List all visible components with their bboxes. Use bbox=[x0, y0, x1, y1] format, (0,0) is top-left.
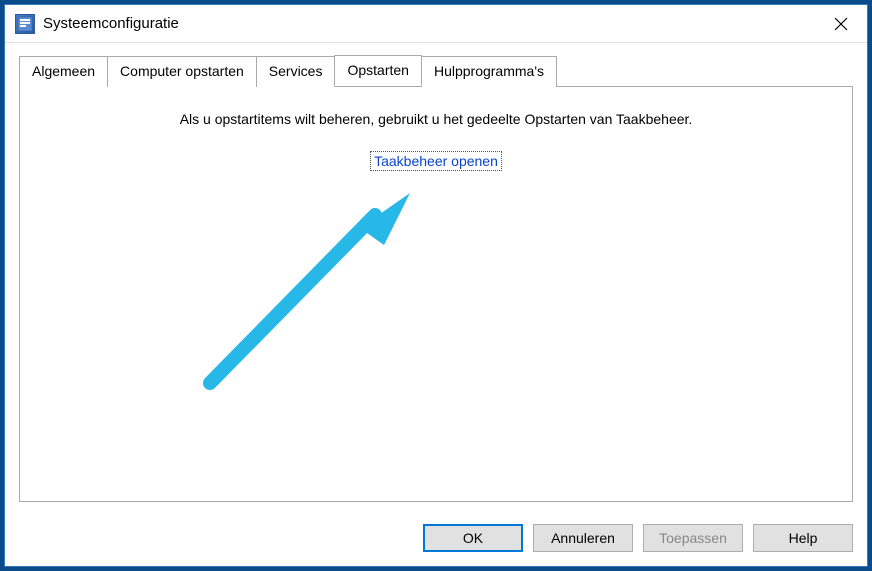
open-task-manager-link[interactable]: Taakbeheer openen bbox=[370, 151, 502, 171]
startup-panel: Als u opstartitems wilt beheren, gebruik… bbox=[19, 86, 853, 502]
button-bar: OK Annuleren Toepassen Help bbox=[5, 512, 867, 566]
instruction-text: Als u opstartitems wilt beheren, gebruik… bbox=[36, 111, 836, 127]
apply-button: Toepassen bbox=[643, 524, 743, 552]
tab-tools[interactable]: Hulpprogramma's bbox=[421, 56, 557, 87]
tab-startup[interactable]: Opstarten bbox=[334, 55, 421, 86]
help-button[interactable]: Help bbox=[753, 524, 853, 552]
tab-services[interactable]: Services bbox=[256, 56, 336, 87]
content-area: Algemeen Computer opstarten Services Ops… bbox=[5, 43, 867, 512]
cancel-button[interactable]: Annuleren bbox=[533, 524, 633, 552]
window-title: Systeemconfiguratie bbox=[43, 15, 823, 32]
titlebar: Systeemconfiguratie bbox=[5, 5, 867, 43]
tab-strip: Algemeen Computer opstarten Services Ops… bbox=[19, 55, 853, 86]
ok-button[interactable]: OK bbox=[423, 524, 523, 552]
msconfig-window: Systeemconfiguratie Algemeen Computer op… bbox=[4, 4, 868, 567]
link-container: Taakbeheer openen bbox=[36, 151, 836, 171]
app-icon bbox=[15, 14, 35, 34]
close-button[interactable] bbox=[823, 10, 859, 38]
tab-general[interactable]: Algemeen bbox=[19, 56, 108, 87]
tab-boot[interactable]: Computer opstarten bbox=[107, 56, 257, 87]
